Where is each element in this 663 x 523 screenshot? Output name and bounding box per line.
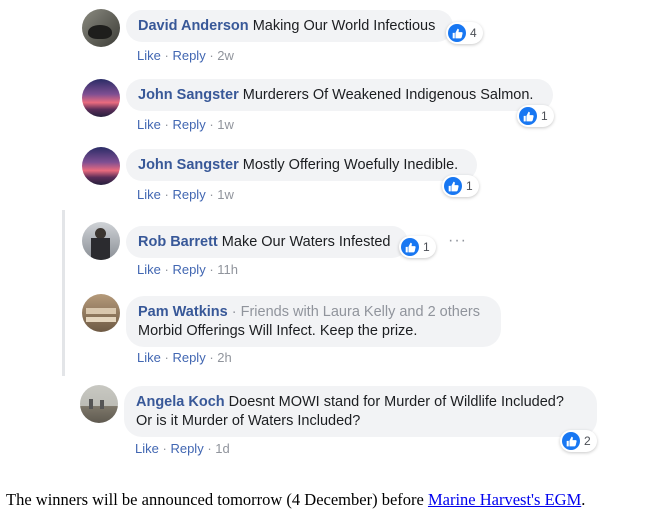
reaction-count[interactable]: 1	[442, 175, 479, 197]
separator: ·	[164, 262, 169, 277]
comment-text-line-1: Doesnt MOWI stand for Murder of Wildlife…	[228, 394, 564, 410]
announcement-text: The winners will be announced tomorrow (…	[6, 490, 428, 509]
separator: ·	[209, 117, 214, 132]
avatar[interactable]	[82, 9, 120, 47]
timestamp[interactable]: 2h	[217, 350, 231, 365]
separator: ·	[164, 48, 169, 63]
comment-bubble: Pam Watkins · Friends with Laura Kelly a…	[126, 296, 501, 347]
comment-text: Making Our World Infectious	[252, 18, 436, 34]
comment-actions: Like · Reply · 11h	[137, 262, 238, 277]
separator: ·	[207, 441, 212, 456]
separator: ·	[162, 441, 167, 456]
comment-text: Make Our Waters Infested	[221, 234, 391, 250]
comment-text: Murderers Of Weakened Indigenous Salmon.	[242, 87, 534, 103]
comment-bubble: Angela Koch Doesnt MOWI stand for Murder…	[124, 386, 597, 437]
comment-bubble: Rob Barrett Make Our Waters Infested	[126, 226, 408, 258]
comment-actions: Like · Reply · 1w	[137, 117, 234, 132]
avatar[interactable]	[82, 294, 120, 332]
comment-actions: Like · Reply · 1w	[137, 187, 234, 202]
mutual-friends-text[interactable]: · Friends with Laura Kelly and 2 others	[232, 304, 480, 320]
timestamp[interactable]: 11h	[217, 262, 238, 277]
reply-link[interactable]: Reply	[172, 350, 205, 365]
reply-link[interactable]: Reply	[172, 262, 205, 277]
separator: ·	[164, 187, 169, 202]
avatar[interactable]	[82, 147, 120, 185]
thumbs-up-icon	[448, 24, 466, 42]
reaction-count[interactable]: 1	[399, 236, 436, 258]
comment-text-line-2: Or is it Murder of Waters Included?	[136, 413, 361, 429]
comment-bubble: David Anderson Making Our World Infectio…	[126, 10, 453, 42]
like-link[interactable]: Like	[137, 117, 161, 132]
avatar[interactable]	[82, 79, 120, 117]
egm-link[interactable]: Marine Harvest's EGM	[428, 490, 581, 509]
avatar[interactable]	[80, 385, 118, 423]
reply-link[interactable]: Reply	[172, 187, 205, 202]
like-link[interactable]: Like	[137, 350, 161, 365]
like-link[interactable]: Like	[137, 48, 161, 63]
separator: ·	[209, 350, 214, 365]
avatar[interactable]	[82, 222, 120, 260]
more-options-icon[interactable]: ···	[448, 232, 467, 250]
like-count: 1	[466, 179, 473, 193]
comment-actions: Like · Reply · 2h	[137, 350, 232, 365]
timestamp[interactable]: 2w	[217, 48, 234, 63]
separator: ·	[164, 117, 169, 132]
reply-thread-line	[62, 210, 65, 376]
like-count: 1	[541, 109, 548, 123]
thumbs-up-icon	[562, 432, 580, 450]
reply-link[interactable]: Reply	[172, 48, 205, 63]
separator: ·	[209, 187, 214, 202]
reply-link[interactable]: Reply	[170, 441, 203, 456]
announcement-end: .	[581, 490, 586, 509]
reply-link[interactable]: Reply	[172, 117, 205, 132]
announcement-paragraph: The winners will be announced tomorrow (…	[6, 490, 585, 510]
author-name[interactable]: Pam Watkins	[138, 304, 228, 320]
author-name[interactable]: Angela Koch	[136, 394, 225, 410]
comment-actions: Like · Reply · 2w	[137, 48, 234, 63]
author-name[interactable]: Rob Barrett	[138, 234, 218, 250]
comment-bubble: John Sangster Mostly Offering Woefully I…	[126, 149, 477, 181]
comment-actions: Like · Reply · 1d	[135, 441, 230, 456]
author-name[interactable]: David Anderson	[138, 18, 249, 34]
timestamp[interactable]: 1d	[215, 441, 229, 456]
reaction-count[interactable]: 2	[560, 430, 597, 452]
like-count: 2	[584, 434, 591, 448]
like-link[interactable]: Like	[137, 187, 161, 202]
thumbs-up-icon	[444, 177, 462, 195]
comment-bubble: John Sangster Murderers Of Weakened Indi…	[126, 79, 553, 111]
author-name[interactable]: John Sangster	[138, 157, 239, 173]
separator: ·	[164, 350, 169, 365]
thumbs-up-icon	[519, 107, 537, 125]
author-name[interactable]: John Sangster	[138, 87, 239, 103]
timestamp[interactable]: 1w	[217, 187, 234, 202]
separator: ·	[209, 262, 214, 277]
like-link[interactable]: Like	[137, 262, 161, 277]
comment-text: Morbid Offerings Will Infect. Keep the p…	[138, 323, 418, 339]
timestamp[interactable]: 1w	[217, 117, 234, 132]
reaction-count[interactable]: 1	[517, 105, 554, 127]
like-count: 4	[470, 26, 477, 40]
like-count: 1	[423, 240, 430, 254]
comment-text: Mostly Offering Woefully Inedible.	[242, 157, 459, 173]
separator: ·	[209, 48, 214, 63]
thumbs-up-icon	[401, 238, 419, 256]
reaction-count[interactable]: 4	[446, 22, 483, 44]
like-link[interactable]: Like	[135, 441, 159, 456]
